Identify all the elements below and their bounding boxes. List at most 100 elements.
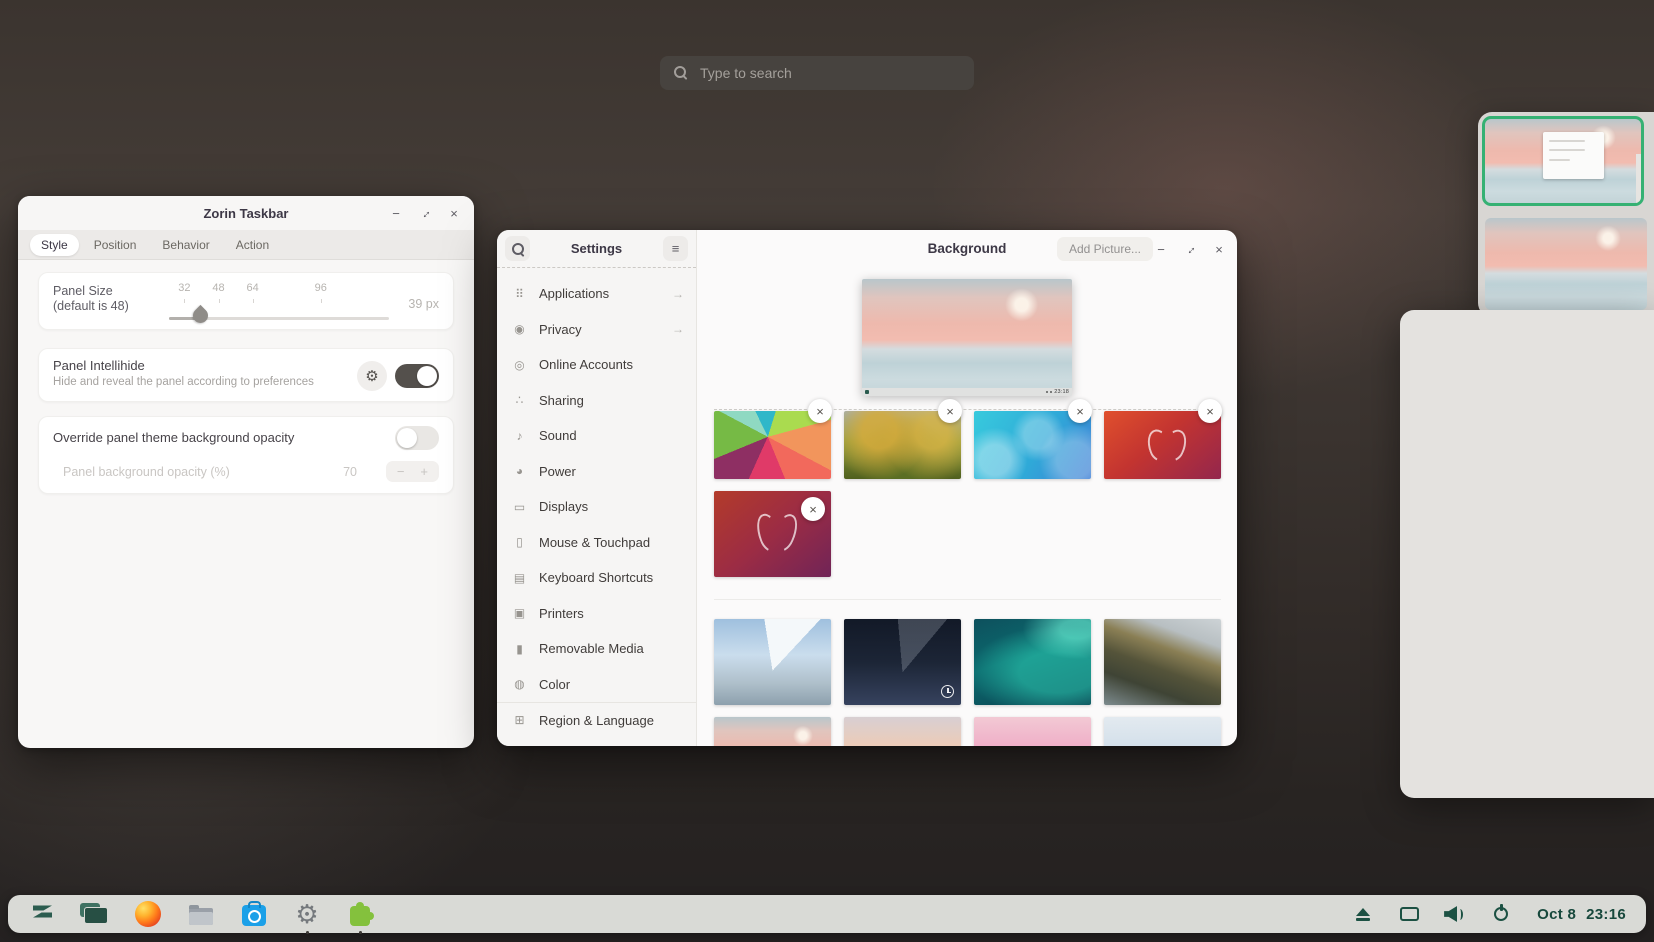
slider-tick-mark [219, 299, 220, 303]
removable-media-icon: ▮ [511, 642, 528, 656]
wallpaper-thumb-pastel-dune[interactable] [714, 717, 831, 746]
sidebar-item-removable-media[interactable]: ▮Removable Media [497, 631, 696, 667]
zorin-taskbar-window[interactable]: Zorin Taskbar − ↔ × StylePositionBehavio… [18, 196, 474, 748]
sidebar-item-color[interactable]: ◍Color [497, 667, 696, 703]
files-button[interactable] [187, 900, 215, 928]
sidebar-item-online-accounts[interactable]: ◎Online Accounts [497, 347, 696, 383]
sidebar-item-power[interactable]: ◕Power [497, 454, 696, 490]
wallpaper-thumb-kudu-red[interactable]: × [1104, 411, 1221, 479]
sidebar-item-applications[interactable]: ⠿Applications→ [497, 276, 696, 312]
applications-icon: ⠿ [511, 287, 528, 301]
minimize-button[interactable]: − [386, 203, 406, 223]
workspace-edge-window [1636, 154, 1641, 203]
workspace-switcher [1478, 112, 1654, 317]
remove-wallpaper-button[interactable]: × [1068, 399, 1092, 423]
close-button[interactable]: × [1209, 239, 1229, 259]
intellihide-toggle[interactable] [395, 364, 439, 388]
remove-wallpaper-button[interactable]: × [808, 399, 832, 423]
dark-mode-clock-icon [941, 685, 954, 698]
wallpaper-thumb-geometric[interactable]: × [714, 411, 831, 479]
maximize-button[interactable]: ↔ [1180, 239, 1200, 259]
user-wallpapers-row2: × [714, 491, 1221, 577]
workspace-thumbnail-active[interactable] [1482, 116, 1644, 206]
software-button[interactable] [240, 900, 268, 928]
sidebar-search-button[interactable] [505, 236, 530, 261]
slider-tick-mark [321, 299, 322, 303]
zorin-taskbar-titlebar[interactable]: Zorin Taskbar − ↔ × [18, 196, 474, 230]
eject-icon [1356, 908, 1370, 921]
wallpaper-thumb-autumn[interactable]: × [844, 411, 961, 479]
pastel-dune-wallpaper [714, 717, 831, 746]
mountain-day-wallpaper [714, 619, 831, 705]
taskbar-tray: Oct 8 23:16 [1351, 901, 1626, 927]
clock[interactable]: Oct 8 23:16 [1537, 906, 1626, 923]
remove-wallpaper-button[interactable]: × [1198, 399, 1222, 423]
volume-button[interactable] [1443, 901, 1467, 927]
zorin-menu-button[interactable] [28, 900, 56, 928]
system-wallpapers-row [714, 619, 1221, 705]
tab-style[interactable]: Style [30, 234, 79, 256]
tab-behavior[interactable]: Behavior [151, 234, 220, 256]
sidebar-item-sharing[interactable]: ∴Sharing [497, 383, 696, 419]
wallpaper-thumb-mountain-day[interactable] [714, 619, 831, 705]
wallpaper-thumb-canyon[interactable] [1104, 619, 1221, 705]
wallpaper-thumb-pastel-sky[interactable] [1104, 717, 1221, 746]
slider-handle[interactable] [190, 305, 211, 326]
minimize-button[interactable]: − [1151, 239, 1171, 259]
settings-window[interactable]: Settings ≡ ⠿Applications→◉Privacy→◎Onlin… [497, 230, 1237, 746]
wallpaper-thumb-pastel-peach[interactable] [844, 717, 961, 746]
extensions-puzzle-icon [350, 906, 370, 926]
stepper-minus-icon[interactable]: − [397, 464, 405, 479]
offscreen-window-preview[interactable] [1400, 310, 1654, 798]
close-button[interactable]: × [444, 203, 464, 223]
workspace-thumbnail-2[interactable] [1485, 218, 1647, 310]
panel-size-slider[interactable]: 32486496 [169, 279, 389, 327]
sidebar-item-printers[interactable]: ▣Printers [497, 596, 696, 632]
eject-button[interactable] [1351, 901, 1375, 927]
sidebar-item-sound[interactable]: ♪Sound [497, 418, 696, 454]
maximize-button[interactable]: ↔ [415, 203, 435, 223]
display-button[interactable] [1397, 901, 1421, 927]
sidebar-item-mouse-touchpad[interactable]: ▯ Mouse & Touchpad [497, 525, 696, 561]
extensions-button[interactable] [346, 900, 374, 928]
remove-wallpaper-button[interactable]: × [801, 497, 825, 521]
wallpaper-thumb-bokeh[interactable]: × [974, 411, 1091, 479]
sidebar-item-privacy[interactable]: ◉Privacy→ [497, 312, 696, 348]
mouse-touchpad-icon: ▯ [511, 535, 528, 549]
wallpaper-thumb-pastel-pink[interactable] [974, 717, 1091, 746]
aurora-wallpaper [974, 619, 1091, 705]
files-icon [189, 908, 213, 925]
wallpaper-thumb-mountain-night[interactable] [844, 619, 961, 705]
menu-button[interactable]: ≡ [663, 236, 688, 261]
wallpaper-thumb-kudu-maroon[interactable]: × [714, 491, 831, 577]
intellihide-settings-button[interactable]: ⚙ [357, 361, 387, 391]
tab-position[interactable]: Position [83, 234, 148, 256]
add-picture-button[interactable]: Add Picture... [1057, 237, 1153, 261]
power-button[interactable] [1489, 901, 1513, 927]
background-header[interactable]: Background Add Picture... − ↔ × [697, 230, 1237, 268]
hamburger-icon: ≡ [672, 241, 680, 256]
sidebar-item-label: Region & Language [539, 713, 654, 728]
firefox-button[interactable] [134, 900, 162, 928]
printers-icon: ▣ [511, 606, 528, 620]
opacity-stepper[interactable]: − + [386, 461, 439, 482]
privacy-icon: ◉ [511, 322, 528, 336]
sidebar-item-region-language[interactable]: ⊞Region & Language [497, 702, 696, 738]
window-switcher-button[interactable] [81, 900, 109, 928]
maximize-icon: ↔ [416, 204, 434, 222]
sidebar-item-keyboard-shortcuts[interactable]: ▤Keyboard Shortcuts [497, 560, 696, 596]
window-switcher-icon [84, 907, 106, 923]
wallpaper-thumb-aurora[interactable] [974, 619, 1091, 705]
tab-action[interactable]: Action [225, 234, 280, 256]
stepper-plus-icon[interactable]: + [420, 464, 428, 479]
sidebar-item-displays[interactable]: ▭Displays [497, 489, 696, 525]
sidebar-item-label: Mouse & Touchpad [539, 535, 650, 550]
desktop-overview: Type to search Zorin Taskbar − ↔ × Style… [0, 0, 1654, 942]
remove-wallpaper-button[interactable]: × [938, 399, 962, 423]
search-bar[interactable]: Type to search [660, 56, 974, 90]
background-preview: 23:18 [862, 279, 1072, 396]
settings-button[interactable]: ⚙ [293, 900, 321, 928]
background-opacity-label: Panel background opacity (%) [63, 465, 230, 479]
override-opacity-toggle[interactable] [395, 426, 439, 450]
preview-clock: 23:18 [1054, 389, 1069, 395]
